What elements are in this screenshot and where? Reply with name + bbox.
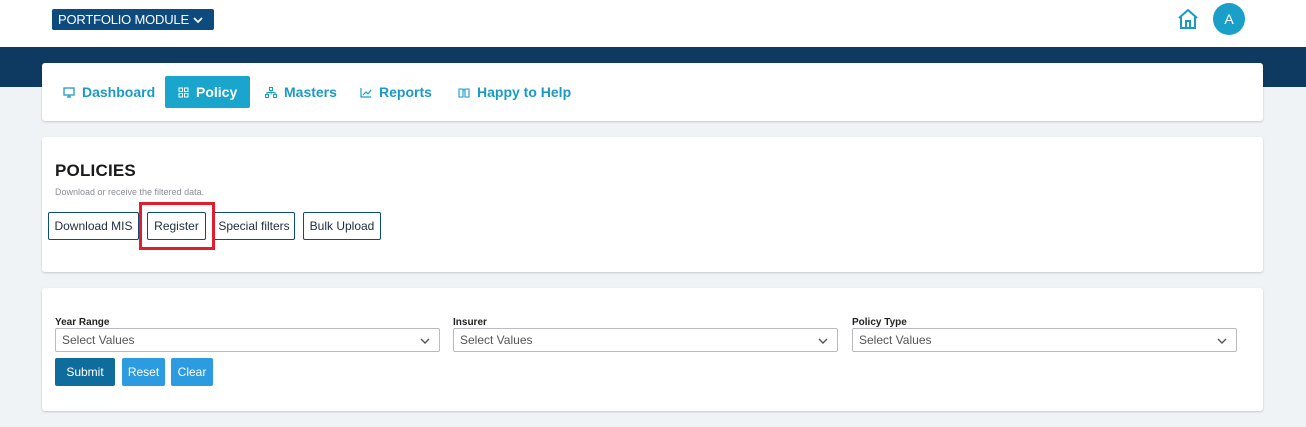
policy-type-label: Policy Type bbox=[852, 317, 907, 328]
select-placeholder: Select Values bbox=[62, 333, 135, 347]
tab-dashboard[interactable]: Dashboard bbox=[50, 76, 168, 108]
avatar-initial: A bbox=[1224, 11, 1234, 27]
tab-masters[interactable]: Masters bbox=[252, 76, 350, 108]
main-nav: Dashboard Policy Masters Reports Happy t… bbox=[42, 63, 1263, 121]
chevron-down-icon bbox=[419, 335, 431, 349]
download-mis-button[interactable]: Download MIS bbox=[48, 212, 139, 240]
year-range-label: Year Range bbox=[55, 317, 110, 328]
monitor-icon bbox=[63, 86, 75, 98]
home-icon[interactable] bbox=[1176, 8, 1200, 30]
reset-button[interactable]: Reset bbox=[122, 358, 165, 386]
year-range-select[interactable]: Select Values bbox=[55, 328, 440, 352]
submit-button[interactable]: Submit bbox=[55, 358, 115, 386]
clear-button[interactable]: Clear bbox=[171, 358, 213, 386]
book-icon bbox=[458, 87, 470, 98]
line-chart-icon bbox=[360, 87, 372, 98]
page-subtitle: Download or receive the filtered data. bbox=[55, 187, 205, 197]
register-button[interactable]: Register bbox=[147, 212, 206, 240]
special-filters-button[interactable]: Special filters bbox=[213, 212, 295, 240]
tab-label: Happy to Help bbox=[477, 84, 572, 100]
policies-panel: POLICIES Download or receive the filtere… bbox=[42, 137, 1263, 272]
tab-reports[interactable]: Reports bbox=[347, 76, 445, 108]
chevron-down-icon bbox=[192, 13, 204, 28]
tab-label: Reports bbox=[379, 84, 432, 100]
policy-type-select[interactable]: Select Values bbox=[852, 328, 1237, 352]
insurer-label: Insurer bbox=[453, 317, 487, 328]
grid-icon bbox=[178, 87, 189, 98]
filters-panel: Year Range Select Values Insurer Select … bbox=[42, 288, 1263, 411]
select-placeholder: Select Values bbox=[460, 333, 533, 347]
page-title: POLICIES bbox=[55, 161, 136, 180]
module-selector-label: PORTFOLIO MODULE bbox=[58, 12, 189, 27]
tab-label: Policy bbox=[196, 84, 238, 100]
avatar[interactable]: A bbox=[1213, 3, 1245, 35]
tab-policy[interactable]: Policy bbox=[165, 76, 251, 108]
bulk-upload-button[interactable]: Bulk Upload bbox=[303, 212, 381, 240]
tab-label: Dashboard bbox=[82, 84, 156, 100]
select-placeholder: Select Values bbox=[859, 333, 932, 347]
module-selector[interactable]: PORTFOLIO MODULE bbox=[52, 9, 214, 30]
chevron-down-icon bbox=[1216, 335, 1228, 349]
hierarchy-icon bbox=[265, 86, 277, 98]
tab-happy-to-help[interactable]: Happy to Help bbox=[445, 76, 584, 108]
chevron-down-icon bbox=[817, 335, 829, 349]
insurer-select[interactable]: Select Values bbox=[453, 328, 838, 352]
tab-label: Masters bbox=[284, 84, 337, 100]
